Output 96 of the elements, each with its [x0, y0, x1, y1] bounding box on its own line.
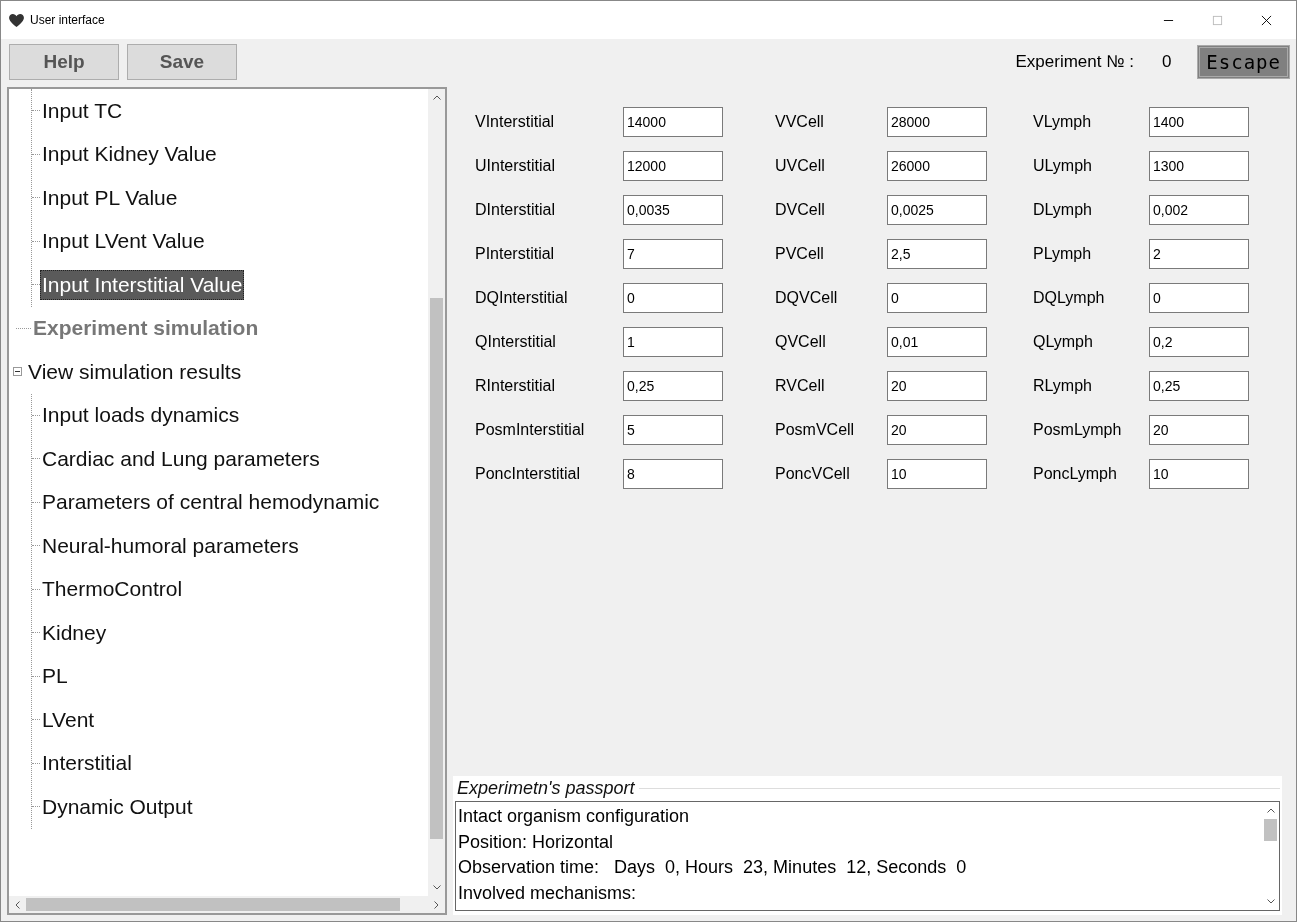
close-icon[interactable]	[1261, 14, 1272, 26]
tree-item[interactable]: Input loads dynamics	[40, 400, 242, 431]
escape-button[interactable]: Escape	[1197, 45, 1290, 79]
passport-text-area[interactable]: Intact organism configuration Position: Horizontal Observation time: Days 0, Hours 23, Minutes 12, Seconds 0 Involved mechanisms:	[455, 801, 1280, 911]
parameter-label: VInterstitial	[475, 113, 556, 131]
heart-icon	[9, 13, 24, 27]
parameter-label: DVCell	[775, 201, 826, 219]
parameter-label: RInterstitial	[475, 377, 557, 395]
parameter-label: RVCell	[775, 377, 826, 395]
experiment-label: Experiment № :	[1015, 52, 1134, 72]
parameter-label: QVCell	[775, 333, 827, 351]
passport-line: Observation time: Days 0, Hours 23, Minutes 12, Seconds 0	[458, 856, 968, 879]
tree-item[interactable]: Input LVent Value	[40, 226, 207, 257]
passport-line: Involved mechanisms:	[458, 881, 638, 905]
parameter-label: PVCell	[775, 245, 825, 263]
parameter-label: DInterstitial	[475, 201, 557, 219]
tree-item[interactable]: Kidney	[40, 617, 109, 648]
tree-item[interactable]: Input Kidney Value	[40, 139, 219, 170]
tree-item[interactable]: Input PL Value	[40, 182, 180, 213]
tree-item[interactable]: Interstitial	[40, 748, 134, 779]
tree-item[interactable]: Input TC	[40, 95, 125, 126]
parameter-field[interactable]: 12000	[623, 151, 723, 181]
tree-item[interactable]: Input Interstitial Value	[40, 269, 245, 300]
parameter-label: UVCell	[775, 157, 826, 175]
parameter-field[interactable]: 0,002	[1149, 195, 1249, 225]
tree-item[interactable]: Neural-humoral parameters	[40, 530, 301, 561]
parameter-field[interactable]: 2,5	[887, 239, 987, 269]
tree-item[interactable]: PL	[40, 661, 70, 692]
toolbar-button[interactable]: Save	[127, 44, 237, 80]
parameter-label: DQVCell	[775, 289, 839, 307]
horizontal-scrollbar[interactable]	[9, 896, 445, 913]
parameter-field[interactable]: 1	[623, 327, 723, 357]
toolbar-button[interactable]: Help	[9, 44, 119, 80]
parameter-label: VLymph	[1033, 113, 1093, 131]
tree-item[interactable]: LVent	[40, 704, 97, 735]
parameter-field[interactable]: 0,01	[887, 327, 987, 357]
window-title: User interface	[30, 13, 105, 27]
parameter-label: UInterstitial	[475, 157, 557, 175]
parameter-label: VVCell	[775, 113, 825, 131]
group-title: Experimetn's passport	[456, 777, 636, 800]
scroll-up-icon[interactable]	[432, 95, 441, 100]
parameter-label: QLymph	[1033, 333, 1094, 351]
tree-item[interactable]: Dynamic Output	[40, 791, 195, 822]
scroll-down-icon[interactable]	[1266, 899, 1275, 904]
parameter-field[interactable]: 0	[1149, 283, 1249, 313]
parameter-label: PoncInterstitial	[475, 465, 581, 483]
parameter-field[interactable]: 0,0025	[887, 195, 987, 225]
parameter-field[interactable]: 7	[623, 239, 723, 269]
scrollbar-thumb[interactable]	[430, 297, 443, 839]
experiment-number: 0	[1161, 52, 1172, 72]
scroll-left-icon[interactable]	[15, 900, 20, 909]
parameter-field[interactable]: 14000	[623, 107, 723, 137]
scrollbar-thumb[interactable]	[1264, 819, 1277, 841]
parameter-field[interactable]: 10	[1149, 459, 1249, 489]
scroll-up-icon[interactable]	[1266, 808, 1275, 813]
parameter-field[interactable]: 20	[887, 371, 987, 401]
passport-line: Position: Horizontal	[458, 830, 615, 854]
parameter-label: PInterstitial	[475, 245, 556, 263]
parameter-field[interactable]: 0,25	[623, 371, 723, 401]
parameter-label: DQLymph	[1033, 289, 1106, 307]
scroll-right-icon[interactable]	[434, 900, 439, 909]
parameter-field[interactable]: 0,25	[1149, 371, 1249, 401]
vertical-scrollbar[interactable]	[428, 89, 445, 896]
tree-item[interactable]: View simulation results	[26, 356, 244, 387]
parameter-label: ULymph	[1033, 157, 1093, 175]
parameter-field[interactable]: 5	[623, 415, 723, 445]
parameter-label: DQInterstitial	[475, 289, 569, 307]
collapse-icon[interactable]	[13, 367, 22, 377]
passport-line: Intact organism configuration	[458, 805, 691, 828]
parameter-field[interactable]: 0	[887, 283, 987, 313]
tree-item[interactable]: Parameters of central hemodynamic	[40, 487, 382, 518]
scrollbar-thumb[interactable]	[26, 898, 400, 911]
parameter-field[interactable]: 0,2	[1149, 327, 1249, 357]
tree-item[interactable]: ThermoControl	[40, 574, 185, 605]
parameter-label: PosmVCell	[775, 421, 856, 439]
parameter-label: PosmLymph	[1033, 421, 1123, 439]
parameter-label: QInterstitial	[475, 333, 557, 351]
scroll-down-icon[interactable]	[432, 885, 441, 890]
parameter-label: PLymph	[1033, 245, 1093, 263]
parameter-field[interactable]: 0	[623, 283, 723, 313]
tree-item[interactable]: Cardiac and Lung parameters	[40, 443, 322, 474]
parameter-field[interactable]: 1300	[1149, 151, 1249, 181]
parameter-label: PoncVCell	[775, 465, 851, 483]
parameter-label: DLymph	[1033, 201, 1093, 219]
parameter-field[interactable]: 28000	[887, 107, 987, 137]
parameter-field[interactable]: 1400	[1149, 107, 1249, 137]
parameter-field[interactable]: 20	[887, 415, 987, 445]
parameter-field[interactable]: 26000	[887, 151, 987, 181]
parameter-field[interactable]: 8	[623, 459, 723, 489]
parameter-field[interactable]: 10	[887, 459, 987, 489]
parameter-label: PoncLymph	[1033, 465, 1118, 483]
parameter-field[interactable]: 2	[1149, 239, 1249, 269]
parameter-field[interactable]: 0,0035	[623, 195, 723, 225]
parameter-label: RLymph	[1033, 377, 1093, 395]
parameter-field[interactable]: 20	[1149, 415, 1249, 445]
parameter-label: PosmInterstitial	[475, 421, 586, 439]
